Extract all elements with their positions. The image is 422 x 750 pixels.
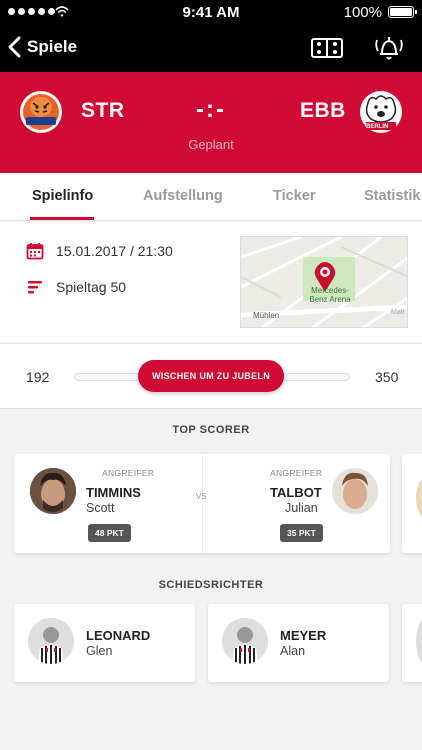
home-scorer-last-name: TIMMINS xyxy=(86,485,141,500)
nav-bar: Spiele xyxy=(0,24,422,72)
tab-statistik[interactable]: Statistik xyxy=(364,188,420,204)
top-scorer-title: TOP SCORER xyxy=(172,424,250,436)
away-scorer-position: ANGREIFER xyxy=(270,468,323,478)
map-street-label-2: Matt xyxy=(391,309,405,316)
back-button[interactable]: Spiele xyxy=(8,36,77,58)
home-scorer-position: ANGREIFER xyxy=(102,468,155,478)
map-venue-label-2: Benz Arena xyxy=(309,295,351,304)
calendar-icon xyxy=(26,243,44,260)
tab-active-indicator xyxy=(30,217,94,220)
home-scorer-avatar xyxy=(30,468,76,514)
vs-label: VS xyxy=(196,492,207,501)
match-state: Geplant xyxy=(188,137,234,152)
map-venue-label-1: Mercedes- xyxy=(311,286,349,295)
referees-title: SCHIEDSRICHTER xyxy=(158,579,264,591)
away-scorer-avatar xyxy=(332,468,378,514)
referee-last-name: MEYER xyxy=(280,628,327,643)
map-street-label: Mühlen xyxy=(253,311,280,320)
referee-last-name: LEONARD xyxy=(86,628,151,643)
bell-ringing-icon[interactable] xyxy=(372,34,406,62)
battery-percent: 100% xyxy=(343,4,382,21)
battery-icon xyxy=(388,6,417,18)
match-header: STR -:- Geplant EBB BERLIN xyxy=(0,72,422,173)
back-label: Spiele xyxy=(27,37,78,56)
home-scorer-first-name: Scott xyxy=(86,501,115,515)
tab-spielinfo[interactable]: Spielinfo xyxy=(32,188,93,204)
top-bar: 9:41 AM 100% Spiele xyxy=(0,0,422,72)
away-logo-text: BERLIN xyxy=(366,124,389,130)
away-scorer-points: 35 PKT xyxy=(280,524,323,542)
status-bar: 9:41 AM 100% xyxy=(0,0,422,24)
tab-aufstellung[interactable]: Aufstellung xyxy=(143,188,223,204)
referee-avatar xyxy=(28,618,74,664)
matchday-icon xyxy=(28,281,42,294)
match-datetime: 15.01.2017 / 21:30 xyxy=(56,243,173,259)
field-icon[interactable] xyxy=(310,34,344,62)
next-referee-avatar xyxy=(416,618,422,664)
matchday-label: Spieltag 50 xyxy=(56,279,127,295)
match-info: 15.01.2017 / 21:30 Spieltag 50 Mercedes-… xyxy=(0,222,422,342)
venue-map[interactable]: Mercedes- Benz Arena Mühlen Matt xyxy=(240,236,408,328)
cheer-slider: 192 WISCHEN UM ZU JUBELN 350 xyxy=(0,343,422,409)
chevron-left-icon xyxy=(8,36,21,58)
referee-first-name: Glen xyxy=(86,644,113,658)
map-venue-label: Mercedes- Benz Arena xyxy=(305,286,355,304)
away-scorer-first-name: Julian xyxy=(285,501,318,515)
next-scorer-avatar xyxy=(416,478,422,518)
tab-ticker[interactable]: Ticker xyxy=(273,188,315,204)
next-scorer-card[interactable] xyxy=(402,454,422,553)
away-cheer-count: 350 xyxy=(375,369,399,385)
referee-card[interactable]: LEONARD Glen xyxy=(14,604,195,682)
tab-bar: Spielinfo Aufstellung Ticker Statistik xyxy=(0,173,422,221)
swipe-cheer-button[interactable]: WISCHEN UM ZU JUBELN xyxy=(138,360,284,392)
referee-first-name: Alan xyxy=(280,644,306,658)
top-scorer-card[interactable]: ANGREIFER TIMMINS Scott 48 PKT VS ANGREI… xyxy=(14,454,390,553)
away-scorer-last-name: TALBOT xyxy=(270,485,322,500)
home-scorer-points: 48 PKT xyxy=(88,524,131,542)
referee-avatar xyxy=(222,618,268,664)
matchday-row: Spieltag 50 xyxy=(26,278,126,296)
date-row: 15.01.2017 / 21:30 xyxy=(26,242,173,260)
home-cheer-count: 192 xyxy=(26,369,50,385)
next-referee-card[interactable] xyxy=(402,604,422,682)
card-divider xyxy=(202,454,203,553)
away-team-abbr: EBB xyxy=(300,99,346,122)
referee-card[interactable]: MEYER Alan xyxy=(208,604,389,682)
